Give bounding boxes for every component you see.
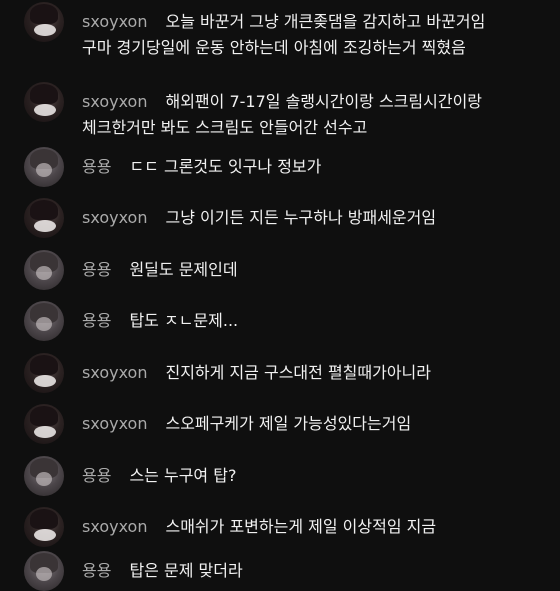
- live-chat-feed: sxoyxon 오늘 바꾼거 그냥 개큰좆댐을 감지하고 바꾼거임구마 경기당일에…: [0, 0, 560, 591]
- message-text: 구마 경기당일에 운동 안하는데 아침에 조깅하는거 찍혔음: [82, 38, 466, 57]
- author-name[interactable]: sxoyxon: [82, 363, 147, 382]
- avatar[interactable]: [24, 2, 64, 42]
- avatar-face-shape: [34, 24, 56, 36]
- message-first-line: sxoyxon 오늘 바꾼거 그냥 개큰좆댐을 감지하고 바꾼거임: [82, 11, 485, 33]
- message-first-line: sxoyxon 진지하게 지금 구스대전 펼칠때가아니라: [82, 362, 431, 384]
- avatar[interactable]: [24, 250, 64, 290]
- author-name[interactable]: sxoyxon: [82, 414, 147, 433]
- avatar-face-shape: [36, 266, 52, 280]
- message-text: 원딜도 문제인데: [129, 260, 238, 279]
- avatar-hair-shape: [30, 200, 58, 220]
- avatar[interactable]: [24, 198, 64, 238]
- message-text: 스는 누구여 탑?: [129, 466, 237, 485]
- avatar-hair-shape: [30, 355, 58, 375]
- avatar[interactable]: [24, 353, 64, 393]
- avatar[interactable]: [24, 301, 64, 341]
- message-first-line: 용용 원딜도 문제인데: [82, 259, 238, 281]
- avatar-face-shape: [34, 220, 56, 232]
- avatar-hair-shape: [30, 406, 58, 426]
- message-first-line: 용용 탑도 ㅈㄴ문제...: [82, 310, 238, 332]
- message-text: 체크한거만 봐도 스크림도 안들어간 선수고: [82, 118, 368, 137]
- avatar-face-shape: [36, 567, 52, 581]
- message-text: 진지하게 지금 구스대전 펼칠때가아니라: [165, 363, 431, 382]
- message-text: 해외팬이 7-17일 솔랭시간이랑 스크림시간이랑: [165, 92, 483, 111]
- message-first-line: 용용 ㄷㄷ 그론것도 잇구나 정보가: [82, 156, 321, 178]
- message-text: 스오페구케가 제일 가능성있다는거임: [165, 414, 412, 433]
- avatar-face-shape: [34, 529, 56, 541]
- avatar-face-shape: [34, 104, 56, 116]
- message-first-line: sxoyxon 스오페구케가 제일 가능성있다는거임: [82, 413, 411, 435]
- message-text: 스매쉬가 포변하는게 제일 이상적임 지금: [165, 517, 437, 536]
- avatar-face-shape: [36, 163, 52, 177]
- author-name[interactable]: sxoyxon: [82, 92, 147, 111]
- message-text: 오늘 바꾼거 그냥 개큰좆댐을 감지하고 바꾼거임: [165, 12, 486, 31]
- author-name[interactable]: sxoyxon: [82, 12, 147, 31]
- message-first-line: 용용 스는 누구여 탑?: [82, 465, 236, 487]
- avatar[interactable]: [24, 507, 64, 547]
- avatar-face-shape: [36, 472, 52, 486]
- author-name[interactable]: 용용: [82, 157, 111, 176]
- avatar[interactable]: [24, 147, 64, 187]
- avatar-hair-shape: [30, 84, 58, 104]
- avatar-hair-shape: [30, 4, 58, 24]
- avatar-hair-shape: [30, 509, 58, 529]
- author-name[interactable]: 용용: [82, 466, 111, 485]
- message-first-line: sxoyxon 해외팬이 7-17일 솔랭시간이랑 스크림시간이랑: [82, 91, 482, 113]
- avatar-face-shape: [34, 375, 56, 387]
- avatar-face-shape: [36, 317, 52, 331]
- author-name[interactable]: sxoyxon: [82, 208, 147, 227]
- message-first-line: sxoyxon 그냥 이기든 지든 누구하나 방패세운거임: [82, 207, 436, 229]
- message-text: 탑은 문제 맞더라: [129, 561, 243, 580]
- author-name[interactable]: 용용: [82, 260, 111, 279]
- avatar[interactable]: [24, 82, 64, 122]
- author-name[interactable]: sxoyxon: [82, 517, 147, 536]
- message-continuation-line: 체크한거만 봐도 스크림도 안들어간 선수고: [82, 117, 367, 139]
- avatar[interactable]: [24, 404, 64, 444]
- message-first-line: 용용 탑은 문제 맞더라: [82, 560, 243, 582]
- message-text: 그냥 이기든 지든 누구하나 방패세운거임: [165, 208, 437, 227]
- message-text: 탑도 ㅈㄴ문제...: [129, 311, 239, 330]
- message-text: ㄷㄷ 그론것도 잇구나 정보가: [129, 157, 322, 176]
- message-continuation-line: 구마 경기당일에 운동 안하는데 아침에 조깅하는거 찍혔음: [82, 37, 466, 59]
- author-name[interactable]: 용용: [82, 311, 111, 330]
- avatar[interactable]: [24, 551, 64, 591]
- avatar[interactable]: [24, 456, 64, 496]
- author-name[interactable]: 용용: [82, 561, 111, 580]
- avatar-face-shape: [34, 426, 56, 438]
- message-first-line: sxoyxon 스매쉬가 포변하는게 제일 이상적임 지금: [82, 516, 436, 538]
